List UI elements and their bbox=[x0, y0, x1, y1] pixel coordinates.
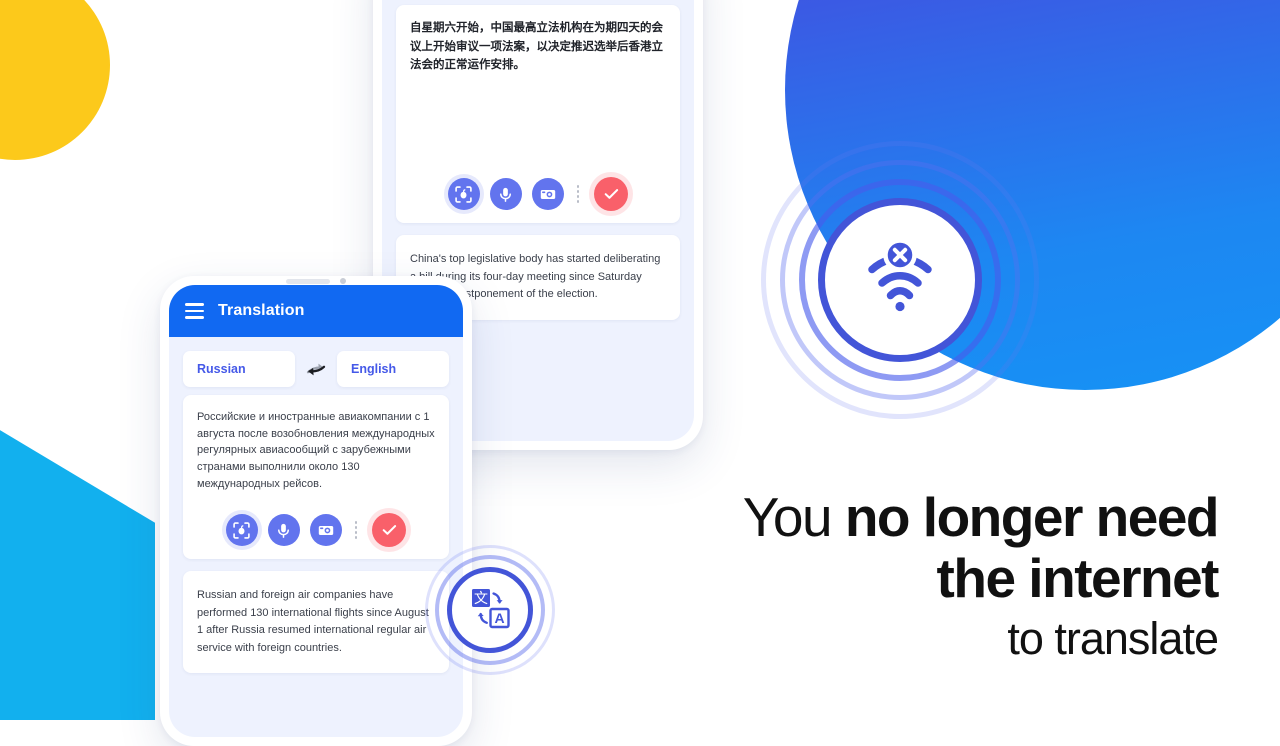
offline-badge-disc bbox=[818, 198, 982, 362]
headline-word-you: You bbox=[742, 486, 833, 548]
front-camera-dot bbox=[340, 278, 346, 284]
yellow-circle-decoration bbox=[0, 0, 110, 160]
svg-text:A: A bbox=[494, 610, 504, 626]
earpiece-speaker bbox=[286, 278, 330, 284]
headline-line-2: the internet bbox=[936, 547, 1220, 609]
swap-languages-icon[interactable] bbox=[303, 359, 329, 379]
source-language-selector[interactable]: Russian bbox=[183, 351, 295, 387]
phone-front-source-text[interactable]: Российские и иностранные авиакомпании с … bbox=[197, 409, 435, 493]
translate-icon: 文 A bbox=[466, 584, 514, 637]
phone-front-translated-text: Russian and foreign air companies have p… bbox=[197, 589, 429, 654]
translate-badge-disc: 文 A bbox=[447, 567, 533, 653]
offline-badge bbox=[760, 140, 1040, 420]
camera-button[interactable] bbox=[309, 514, 342, 546]
confirm-button[interactable] bbox=[594, 177, 629, 211]
more-options-button[interactable] bbox=[352, 521, 361, 539]
phone-front-screen: Translation Russian English Российские и… bbox=[169, 285, 463, 737]
phone-front-translated-card: Russian and foreign air companies have p… bbox=[183, 571, 449, 674]
object-scan-button[interactable] bbox=[225, 514, 258, 546]
headline-line-1: You no longer need bbox=[743, 490, 1220, 545]
headline-line-3: to translate bbox=[1007, 613, 1219, 664]
confirm-button[interactable] bbox=[372, 513, 407, 547]
more-options-button[interactable] bbox=[574, 185, 583, 203]
svg-text:文: 文 bbox=[474, 591, 488, 607]
phone-front-language-row: Russian English bbox=[169, 337, 463, 387]
headline-phrase-no-longer-need: no longer need bbox=[844, 486, 1220, 548]
object-scan-button[interactable] bbox=[447, 178, 480, 210]
microphone-button[interactable] bbox=[489, 178, 522, 210]
microphone-button[interactable] bbox=[267, 514, 300, 546]
app-title: Translation bbox=[218, 302, 305, 319]
promo-stage: Chinese English 自星期六开始，中国最高立法机构在为期四天的会议上… bbox=[0, 0, 1280, 746]
wifi-off-icon bbox=[858, 237, 942, 323]
phone-front-notch bbox=[286, 278, 346, 284]
app-bar: Translation bbox=[169, 285, 463, 337]
phone-front-source-card: Российские и иностранные авиакомпании с … bbox=[183, 395, 449, 559]
phone-front-action-row bbox=[197, 495, 435, 547]
headline: You no longer need the internet to trans… bbox=[743, 490, 1220, 664]
target-language-selector[interactable]: English bbox=[337, 351, 449, 387]
camera-button[interactable] bbox=[531, 178, 564, 210]
hamburger-menu-icon[interactable] bbox=[185, 303, 204, 319]
phone-back-source-card: 自星期六开始，中国最高立法机构在为期四天的会议上开始审议一项法案，以决定推迟选举… bbox=[396, 5, 680, 223]
translate-badge: 文 A bbox=[424, 544, 556, 676]
phone-back-source-text[interactable]: 自星期六开始，中国最高立法机构在为期四天的会议上开始审议一项法案，以决定推迟选举… bbox=[410, 19, 666, 75]
cyan-shape-decoration bbox=[0, 424, 155, 720]
phone-back-action-row bbox=[410, 159, 666, 211]
